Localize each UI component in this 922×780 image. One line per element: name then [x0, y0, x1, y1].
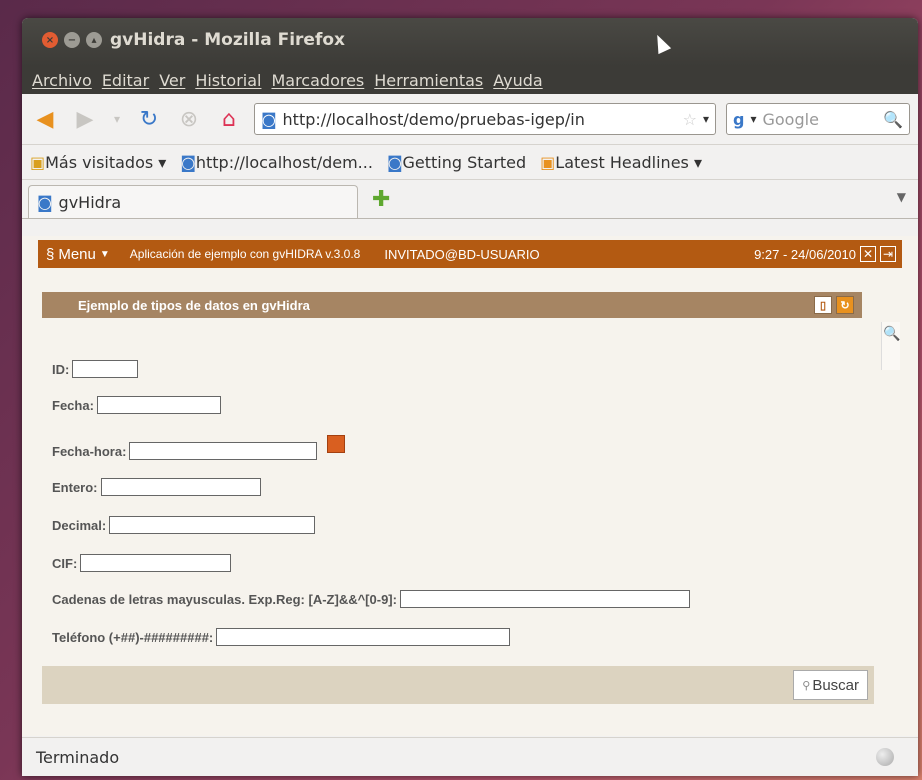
fecha-hora-input[interactable]: [129, 442, 318, 460]
menu-historial[interactable]: Historial: [195, 71, 261, 90]
tab-list-dropdown-icon[interactable]: ▼: [897, 190, 906, 204]
bookmark-localhost[interactable]: ◙http://localhost/dem...: [180, 153, 373, 172]
browser-window: × − ▴ gvHidra - Mozilla Firefox Archivo …: [22, 18, 918, 776]
menu-herramientas[interactable]: Herramientas: [374, 71, 483, 90]
search-icon: ⚲: [802, 679, 811, 692]
menu-marcadores[interactable]: Marcadores: [271, 71, 364, 90]
tab-label: gvHidra: [58, 192, 122, 212]
buscar-button[interactable]: ⚲ Buscar: [793, 670, 868, 700]
page-icon: ◙: [386, 152, 403, 172]
refresh-icon[interactable]: ↻: [836, 296, 854, 314]
title-bar: × − ▴ gvHidra - Mozilla Firefox: [22, 18, 918, 66]
menu-bar: Archivo Editar Ver Historial Marcadores …: [22, 66, 918, 94]
status-text: Terminado: [36, 747, 120, 767]
url-dropdown-icon[interactable]: ▾: [703, 112, 709, 126]
google-icon[interactable]: g: [733, 110, 744, 129]
new-tab-plus-icon[interactable]: ✚: [372, 187, 390, 212]
chevron-down-icon: ▼: [99, 248, 110, 260]
search-icon[interactable]: 🔍: [883, 110, 903, 129]
entero-input[interactable]: [100, 478, 261, 496]
history-dropdown-icon[interactable]: ▾: [110, 104, 124, 134]
mouse-cursor-icon: [650, 31, 672, 55]
tab-gvhidra[interactable]: ◙ gvHidra: [28, 185, 358, 218]
search-engine-dropdown-icon[interactable]: ▾: [750, 112, 756, 126]
decimal-input[interactable]: [109, 516, 316, 534]
bookmark-latest-headlines[interactable]: ▣Latest Headlines ▾: [540, 153, 702, 172]
tab-strip: ◙ gvHidra ✚ ▼: [22, 180, 918, 219]
panel-title-bar: Ejemplo de tipos de datos en gvHidra ▯ ↻: [42, 292, 862, 318]
back-arrow-icon[interactable]: ◀: [30, 104, 60, 134]
calendar-icon[interactable]: [327, 435, 346, 453]
logout-icon[interactable]: ⇥: [880, 246, 896, 262]
close-app-icon[interactable]: ✕: [860, 246, 876, 262]
form-footer-bar: ⚲ Buscar: [42, 666, 874, 704]
stop-icon[interactable]: ⊗: [174, 104, 204, 134]
field-id: ID:: [52, 360, 139, 378]
maximize-window-icon[interactable]: ▴: [86, 32, 102, 48]
app-header-bar: § Menu ▼ Aplicación de ejemplo con gvHID…: [38, 240, 902, 268]
field-fecha: Fecha:: [52, 396, 221, 414]
field-decimal: Decimal:: [52, 516, 316, 534]
forward-arrow-icon[interactable]: ▶: [70, 104, 100, 134]
app-user: INVITADO@BD-USUARIO: [384, 246, 540, 262]
bookmark-star-icon[interactable]: ☆: [683, 110, 697, 129]
rss-icon: ▣: [540, 152, 556, 172]
window-title: gvHidra - Mozilla Firefox: [110, 30, 345, 50]
navigation-toolbar: ◀ ▶ ▾ ↻ ⊗ ⌂ ◙ http://localhost/demo/prue…: [22, 94, 918, 145]
search-icon: 🔍: [883, 326, 901, 342]
menu-logo-icon: §: [46, 245, 55, 263]
close-window-icon[interactable]: ×: [42, 32, 58, 48]
cif-input[interactable]: [80, 554, 232, 572]
search-placeholder: Google: [762, 109, 819, 129]
minimize-window-icon[interactable]: −: [64, 32, 80, 48]
search-bar[interactable]: g ▾ Google 🔍: [726, 103, 910, 135]
new-record-icon[interactable]: ▯: [814, 296, 832, 314]
app-name: Aplicación de ejemplo con gvHIDRA v.3.0.…: [129, 247, 361, 261]
page-icon: ◙: [180, 152, 196, 172]
status-bar: Terminado: [22, 737, 918, 776]
bookmark-getting-started[interactable]: ◙Getting Started: [387, 153, 526, 172]
telefono-input[interactable]: [216, 628, 511, 646]
field-cif: CIF:: [52, 554, 232, 572]
menu-ver[interactable]: Ver: [159, 71, 185, 90]
field-cadenas: Cadenas de letras mayusculas. Exp.Reg: […: [52, 590, 690, 608]
url-text: http://localhost/demo/pruebas-igep/in: [282, 109, 585, 129]
app-datetime: 9:27 - 24/06/2010: [754, 246, 856, 262]
home-icon[interactable]: ⌂: [214, 104, 244, 134]
field-fecha-hora: Fecha-hora:: [52, 435, 346, 460]
panel-title: Ejemplo de tipos de datos en gvHidra: [78, 297, 310, 313]
folder-icon: ▣: [30, 152, 46, 172]
page-content: § Menu ▼ Aplicación de ejemplo con gvHID…: [22, 236, 918, 736]
bookmark-mas-visitados[interactable]: ▣Más visitados ▾: [30, 153, 166, 172]
status-indicator-icon: [876, 748, 894, 766]
page-icon: ◙: [37, 192, 53, 212]
cadenas-input[interactable]: [399, 590, 690, 608]
menu-ayuda[interactable]: Ayuda: [493, 71, 542, 90]
menu-editar[interactable]: Editar: [102, 71, 149, 90]
menu-archivo[interactable]: Archivo: [32, 71, 92, 90]
bookmarks-toolbar: ▣Más visitados ▾ ◙http://localhost/dem..…: [22, 145, 918, 180]
field-entero: Entero:: [52, 478, 261, 496]
search-side-tab[interactable]: 🔍: [881, 322, 900, 370]
fecha-input[interactable]: [96, 396, 221, 414]
url-bar[interactable]: ◙ http://localhost/demo/pruebas-igep/in …: [254, 103, 716, 135]
page-favicon-icon: ◙: [261, 109, 277, 129]
field-telefono: Teléfono (+##)-#########:: [52, 628, 511, 646]
id-input[interactable]: [72, 360, 139, 378]
reload-icon[interactable]: ↻: [134, 104, 164, 134]
app-menu-button[interactable]: § Menu ▼: [46, 246, 110, 263]
